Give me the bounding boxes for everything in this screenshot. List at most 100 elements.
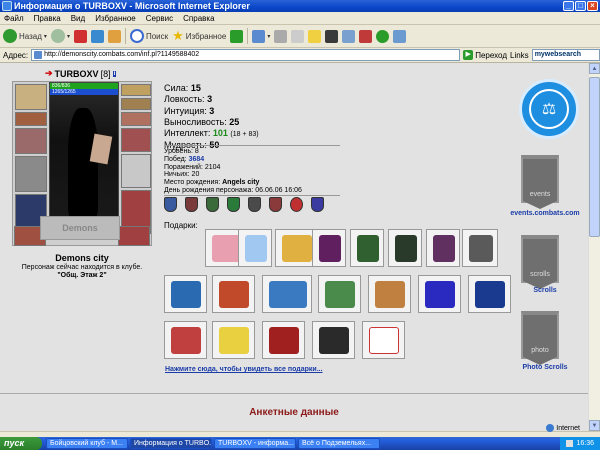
gift-item[interactable] (212, 275, 255, 313)
events-link[interactable]: events.combats.com (505, 210, 585, 217)
messenger-button[interactable] (325, 28, 339, 45)
info-draws: Ничьих: 20 (164, 171, 200, 179)
clover-button[interactable] (376, 28, 390, 45)
people-button[interactable] (393, 28, 407, 45)
gift-item[interactable] (262, 321, 305, 359)
ring-slot-1[interactable] (121, 112, 151, 126)
scroll-thumb[interactable] (589, 77, 600, 237)
gift-item[interactable] (362, 321, 405, 359)
start-button[interactable]: пуск (0, 437, 42, 450)
menu-tools[interactable]: Сервис (146, 12, 173, 24)
photo-banner[interactable]: photo (521, 311, 559, 365)
gifts-title: Подарки: (164, 221, 198, 230)
necklace-slot[interactable] (121, 98, 151, 110)
events-banner[interactable]: events (521, 155, 559, 209)
scales-emblem[interactable]: ⚖ (519, 79, 579, 139)
discuss-button[interactable] (308, 28, 322, 45)
maximize-button[interactable]: □ (575, 1, 586, 11)
gift-item[interactable] (238, 229, 272, 267)
menu-help[interactable]: Справка (183, 12, 214, 24)
sword-slot[interactable] (15, 156, 47, 192)
back-arrow-icon (3, 29, 17, 43)
scrolls-link[interactable]: Scrolls (505, 287, 585, 294)
mail-button[interactable]: ▾ (252, 28, 270, 45)
back-button[interactable]: Назад ▾ (3, 28, 47, 45)
gift-item[interactable] (318, 275, 361, 313)
scrolls-banner[interactable]: scrolls (521, 235, 559, 289)
toolbar: Назад ▾ ▾ Поиск ★ Избранное ▾ (0, 25, 600, 48)
tray-icon[interactable] (566, 440, 574, 447)
stat-intuition: Интуиция: 3 (164, 105, 215, 116)
gift-item[interactable] (426, 229, 460, 267)
search-button[interactable]: Поиск (129, 28, 168, 45)
gloves-slot[interactable] (121, 128, 151, 152)
helmet-slot[interactable] (15, 84, 47, 110)
gift-item[interactable] (312, 229, 346, 267)
print-icon (274, 29, 288, 43)
media-button[interactable] (359, 28, 373, 45)
address-label: Адрес: (3, 50, 29, 60)
mywebsearch-box[interactable]: mywebsearch (531, 49, 600, 61)
taskbar-item[interactable]: Всё о Подземельях... (298, 438, 380, 449)
shield-slot[interactable] (121, 154, 151, 188)
taskbar-item[interactable]: Информация о TURBO... (130, 438, 212, 449)
stat-endurance: Выносливость: 25 (164, 116, 240, 127)
info-icon[interactable]: i (112, 70, 117, 77)
badge-icon[interactable] (269, 197, 282, 212)
print-button[interactable] (274, 28, 288, 45)
earring-slot[interactable] (121, 84, 151, 96)
gift-item[interactable] (350, 229, 384, 267)
weapon-slot[interactable] (15, 128, 47, 154)
refresh-button[interactable] (90, 28, 104, 45)
gift-item[interactable] (312, 321, 355, 359)
badge-icon[interactable] (227, 197, 240, 212)
links-label[interactable]: Links (510, 51, 529, 60)
taskbar-item[interactable]: Бойцовский клуб - M... (46, 438, 128, 449)
history-button[interactable] (230, 28, 244, 45)
edit-button[interactable] (291, 28, 305, 45)
menu-edit[interactable]: Правка (34, 12, 61, 24)
globe-icon (546, 424, 555, 432)
close-button[interactable]: × (587, 1, 598, 11)
vertical-scrollbar[interactable]: ▲ ▼ (588, 63, 600, 431)
toolbar-divider (124, 28, 126, 44)
research-button[interactable] (342, 28, 356, 45)
badge-icon[interactable] (311, 197, 324, 212)
taskbar-item[interactable]: TURBOXV - информа... (214, 438, 296, 449)
home-button[interactable] (107, 28, 121, 45)
gift-item[interactable] (418, 275, 461, 313)
scroll-up-button[interactable]: ▲ (589, 63, 600, 74)
gift-item[interactable] (164, 275, 207, 313)
character-header: ➔ TURBOXV [8] i (45, 68, 117, 79)
gift-item[interactable] (462, 229, 498, 267)
menu-favorites[interactable]: Избранное (95, 12, 136, 24)
divider (0, 393, 588, 394)
scroll-down-button[interactable]: ▼ (589, 420, 600, 431)
badge-icon[interactable] (248, 197, 261, 212)
menu-view[interactable]: Вид (71, 12, 85, 24)
badge-icon[interactable] (164, 197, 177, 212)
favorites-button[interactable]: ★ Избранное (172, 28, 226, 45)
photo-scrolls-link[interactable]: Photo Scrolls (505, 364, 585, 371)
gift-item[interactable] (468, 275, 511, 313)
forward-button[interactable]: ▾ (50, 28, 70, 45)
gift-item[interactable] (368, 275, 411, 313)
badge-icon[interactable] (290, 197, 303, 212)
badge-icon[interactable] (206, 197, 219, 212)
amulet-slot[interactable] (15, 112, 47, 126)
refresh-icon (90, 29, 104, 43)
stat-strength: Сила: 15 (164, 83, 201, 93)
gift-item[interactable] (212, 321, 255, 359)
all-gifts-link[interactable]: Нажмите сюда, чтобы увидеть все подарки.… (165, 366, 323, 373)
gift-item[interactable] (262, 275, 312, 313)
gift-item[interactable] (164, 321, 207, 359)
minimize-button[interactable]: _ (563, 1, 574, 11)
stop-button[interactable] (73, 28, 87, 45)
info-birthplace: Место рождения: Angels city (164, 179, 260, 187)
legs-slot[interactable] (118, 226, 150, 246)
badge-icon[interactable] (185, 197, 198, 212)
address-input[interactable]: http://demonscity.combats.com/inf.pl?114… (31, 49, 461, 61)
go-button[interactable]: ▶ Переход (463, 50, 507, 60)
gift-item[interactable] (388, 229, 422, 267)
menu-file[interactable]: Файл (4, 12, 24, 24)
